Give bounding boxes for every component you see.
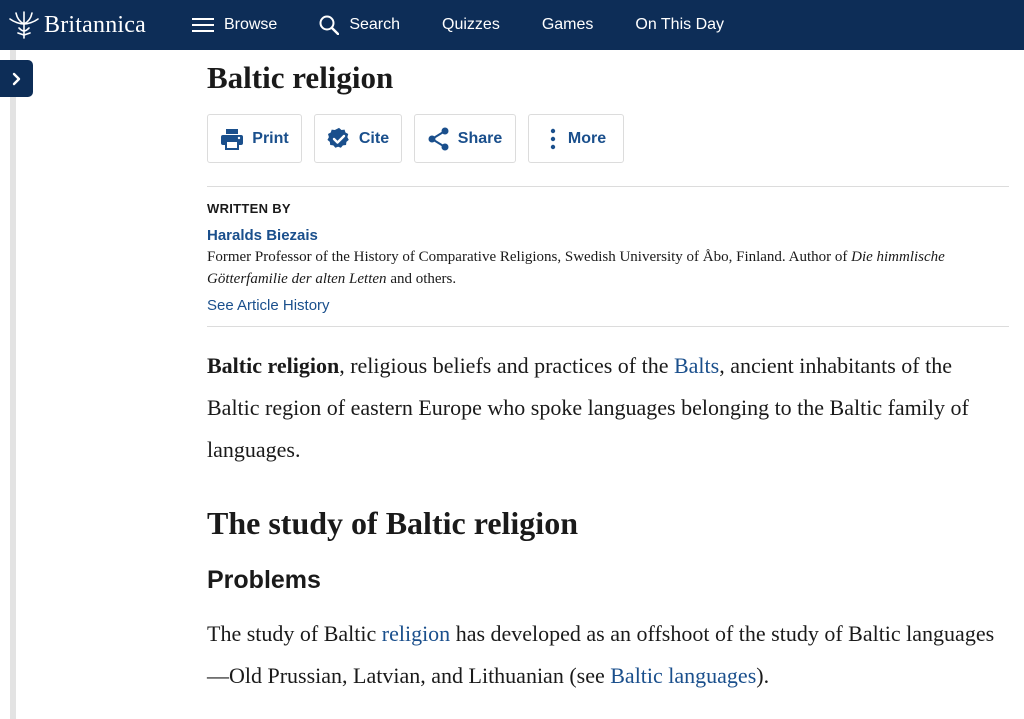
hamburger-menu-icon	[191, 18, 214, 32]
left-rail	[10, 50, 16, 719]
body-text: The study of Baltic	[207, 621, 382, 646]
baltic-languages-link[interactable]: Baltic languages	[610, 663, 756, 688]
balts-link[interactable]: Balts	[674, 353, 719, 378]
article-actions: Print Cite Share More	[207, 114, 1009, 163]
top-nav: Britannica Browse Search Quizzes Games O…	[0, 0, 1024, 50]
britannica-logo[interactable]: Britannica	[7, 10, 146, 40]
author-bio-text-end: and others.	[386, 271, 457, 287]
print-button[interactable]: Print	[207, 114, 302, 163]
nav-on-this-day-label: On This Day	[635, 16, 725, 33]
verified-badge-icon	[327, 127, 349, 148]
author-link[interactable]: Haralds Biezais	[207, 227, 1009, 244]
intro-text: , religious beliefs and practices of the	[339, 353, 674, 378]
nav-search-label: Search	[349, 16, 401, 33]
nav-quizzes-label: Quizzes	[442, 16, 500, 33]
thistle-logo-icon	[9, 11, 39, 39]
cite-button[interactable]: Cite	[314, 114, 402, 163]
author-bio-text: Former Professor of the History of Compa…	[207, 249, 852, 265]
article-history-link[interactable]: See Article History	[207, 297, 330, 314]
article: Baltic religion Print Cite Share More WR…	[207, 50, 1009, 697]
nav-games[interactable]: Games	[542, 16, 594, 34]
subsection-heading: Problems	[207, 566, 321, 594]
share-icon	[428, 127, 449, 150]
share-label: Share	[457, 129, 503, 147]
author-bio: Former Professor of the History of Compa…	[207, 246, 1009, 290]
nav-quizzes[interactable]: Quizzes	[442, 16, 500, 34]
nav-search[interactable]: Search	[319, 15, 400, 35]
intro-paragraph: Baltic religion, religious beliefs and p…	[207, 345, 1009, 471]
share-button[interactable]: Share	[414, 114, 516, 163]
search-icon	[319, 15, 340, 35]
more-button[interactable]: More	[528, 114, 624, 163]
more-label: More	[567, 129, 607, 147]
nav-games-label: Games	[541, 16, 594, 33]
sidebar-toggle-button[interactable]	[0, 60, 33, 97]
written-by-label: WRITTEN BY	[207, 201, 291, 216]
chevron-right-icon	[12, 72, 20, 85]
nav-on-this-day[interactable]: On This Day	[635, 16, 724, 34]
body-paragraph: The study of Baltic religion has develop…	[207, 613, 1009, 697]
nav-browse-label: Browse	[223, 16, 278, 33]
body-text-end: ).	[756, 663, 770, 688]
byline: WRITTEN BY Haralds Biezais Former Profes…	[207, 186, 1009, 327]
printer-icon	[221, 128, 244, 150]
page-title: Baltic religion	[207, 60, 394, 95]
religion-link[interactable]: religion	[382, 621, 450, 646]
logo-text: Britannica	[44, 11, 146, 38]
section-heading: The study of Baltic religion	[207, 505, 578, 541]
nav-browse[interactable]: Browse	[191, 16, 278, 34]
print-label: Print	[252, 129, 289, 147]
intro-bold-term: Baltic religion	[207, 353, 340, 378]
cite-label: Cite	[358, 129, 390, 147]
more-vertical-icon	[550, 128, 556, 149]
